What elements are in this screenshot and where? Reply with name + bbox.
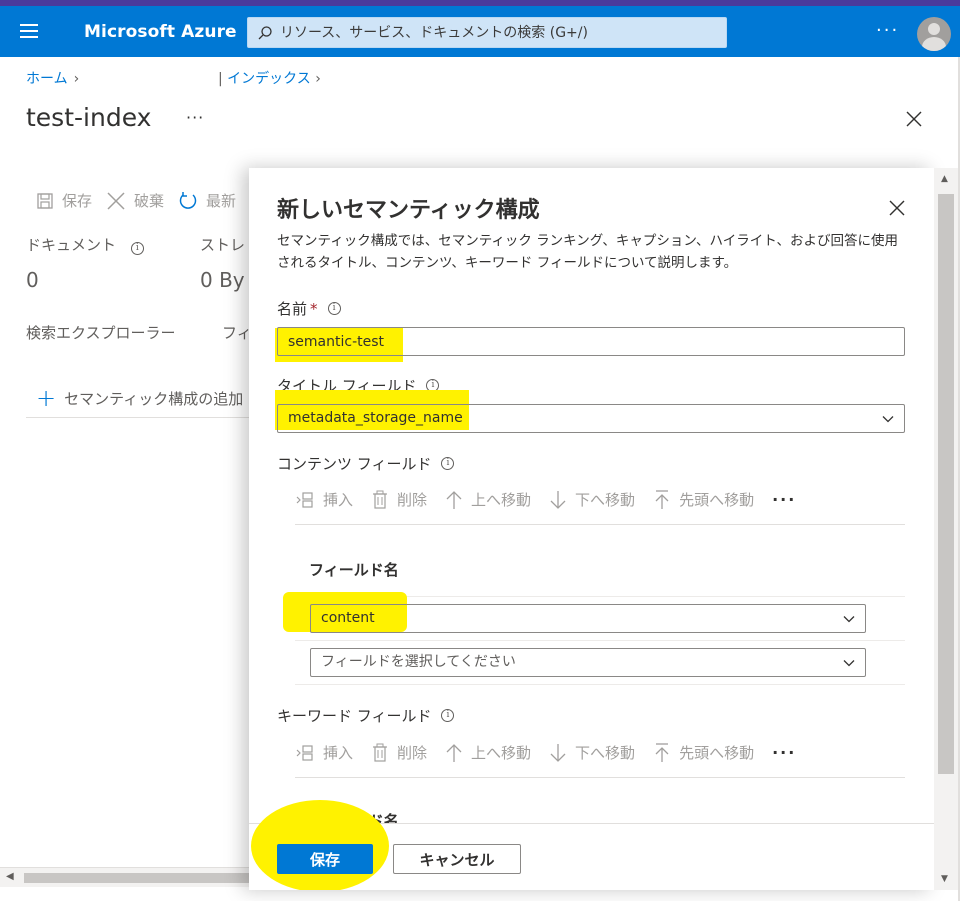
stat-storage-label: ストレ bbox=[200, 236, 246, 254]
content-fields-commandbar: 挿入 削除 上へ移動 下へ移動 先頭へ移動 ··· bbox=[295, 475, 905, 525]
background-toolbar: 保存 破棄 最新 bbox=[36, 190, 250, 211]
info-icon[interactable]: i bbox=[130, 242, 144, 255]
title-field-dropdown[interactable]: metadata_storage_name bbox=[277, 404, 905, 433]
page-title: test-index bbox=[26, 103, 152, 132]
trash-icon bbox=[373, 490, 388, 509]
arrow-down-icon bbox=[550, 490, 566, 509]
move-up-button[interactable]: 上へ移動 bbox=[445, 489, 531, 510]
divider bbox=[295, 640, 905, 641]
add-semantic-config-button[interactable]: + セマンティック構成の追加 bbox=[36, 384, 243, 412]
breadcrumb: ホーム › bbox=[26, 68, 85, 88]
stat-documents-value: 0 bbox=[26, 268, 39, 292]
panel-footer: 保存 キャンセル bbox=[249, 800, 934, 890]
chevron-right-icon: › bbox=[315, 71, 321, 87]
more-options-icon[interactable]: ··· bbox=[876, 20, 899, 41]
content-field-dropdown-1[interactable]: content bbox=[310, 604, 866, 633]
arrow-up-icon bbox=[446, 490, 462, 509]
discard-icon bbox=[107, 191, 125, 210]
content-fields-label: コンテンツ フィールド i bbox=[277, 453, 455, 474]
info-icon[interactable]: i bbox=[441, 709, 455, 722]
chevron-down-icon bbox=[843, 660, 855, 667]
stat-storage-value: 0 By bbox=[200, 268, 245, 292]
arrow-top-icon bbox=[655, 742, 669, 762]
chevron-down-icon bbox=[843, 616, 855, 623]
insert-icon bbox=[296, 744, 313, 761]
bg-discard-button[interactable]: 破棄 bbox=[106, 190, 164, 211]
scroll-up-icon[interactable]: ▲ bbox=[941, 174, 948, 184]
bg-refresh-button[interactable]: 最新 bbox=[178, 190, 236, 211]
move-down-button[interactable]: 下へ移動 bbox=[549, 489, 635, 510]
move-down-button[interactable]: 下へ移動 bbox=[549, 742, 635, 763]
divider bbox=[26, 417, 250, 418]
breadcrumb-home[interactable]: ホーム bbox=[26, 71, 68, 87]
insert-button[interactable]: 挿入 bbox=[295, 742, 353, 763]
keyword-fields-commandbar: 挿入 削除 上へ移動 下へ移動 先頭へ移動 ··· bbox=[295, 728, 905, 778]
scrollbar-thumb[interactable] bbox=[938, 194, 954, 774]
name-input[interactable] bbox=[277, 327, 905, 356]
arrow-down-icon bbox=[550, 743, 566, 762]
menu-icon[interactable] bbox=[20, 24, 40, 38]
stat-documents-label: ドキュメント i bbox=[26, 234, 144, 255]
keyword-fields-label: キーワード フィールド i bbox=[277, 705, 455, 726]
move-top-button[interactable]: 先頭へ移動 bbox=[653, 489, 754, 510]
breadcrumb-indexes-wrap: | インデックス › bbox=[218, 71, 321, 87]
chevron-down-icon bbox=[882, 416, 894, 423]
scroll-down-icon[interactable]: ▼ bbox=[941, 874, 948, 884]
horizontal-scrollbar[interactable]: ◀ bbox=[0, 867, 250, 887]
tab-search-explorer[interactable]: 検索エクスプローラー bbox=[26, 322, 176, 343]
move-up-button[interactable]: 上へ移動 bbox=[445, 742, 531, 763]
more-commands-icon[interactable]: ··· bbox=[772, 490, 796, 509]
tab-fields[interactable]: フィ bbox=[222, 322, 252, 343]
breadcrumb-indexes[interactable]: インデックス bbox=[227, 71, 311, 87]
top-bar: Microsoft Azure ··· bbox=[0, 0, 960, 57]
info-icon[interactable]: i bbox=[327, 302, 341, 315]
bg-save-button[interactable]: 保存 bbox=[36, 190, 92, 211]
move-top-button[interactable]: 先頭へ移動 bbox=[653, 742, 754, 763]
delete-button[interactable]: 削除 bbox=[371, 742, 427, 763]
semantic-config-panel: 新しいセマンティック構成 セマンティック構成では、セマンティック ランキング、キ… bbox=[249, 168, 934, 890]
arrow-up-icon bbox=[446, 743, 462, 762]
cancel-button[interactable]: キャンセル bbox=[393, 844, 521, 874]
global-search[interactable] bbox=[247, 17, 727, 48]
vertical-scrollbar[interactable]: ▲ ▼ bbox=[934, 168, 958, 890]
chevron-right-icon: › bbox=[73, 71, 80, 87]
refresh-icon bbox=[179, 191, 197, 209]
close-icon[interactable] bbox=[905, 110, 923, 128]
name-label: 名前 * i bbox=[277, 298, 341, 319]
search-icon bbox=[258, 26, 272, 40]
divider bbox=[295, 684, 905, 685]
plus-icon: + bbox=[36, 384, 57, 412]
insert-button[interactable]: 挿入 bbox=[295, 489, 353, 510]
search-input[interactable] bbox=[280, 22, 720, 44]
avatar[interactable] bbox=[917, 17, 951, 51]
content-field-dropdown-2[interactable]: フィールドを選択してください bbox=[310, 648, 866, 677]
more-commands-icon[interactable]: ··· bbox=[772, 743, 796, 762]
panel-description: セマンティック構成では、セマンティック ランキング、キャプション、ハイライト、お… bbox=[277, 233, 898, 271]
close-icon[interactable] bbox=[889, 200, 905, 216]
info-icon[interactable]: i bbox=[441, 457, 455, 470]
panel-title: 新しいセマンティック構成 bbox=[277, 198, 540, 223]
insert-icon bbox=[296, 491, 313, 508]
save-icon bbox=[37, 192, 53, 209]
field-name-column-header: フィールド名 bbox=[309, 561, 399, 579]
trash-icon bbox=[373, 743, 388, 762]
delete-button[interactable]: 削除 bbox=[371, 489, 427, 510]
save-button[interactable]: 保存 bbox=[277, 844, 373, 874]
arrow-top-icon bbox=[655, 489, 669, 509]
page-more-icon[interactable]: ··· bbox=[186, 108, 204, 127]
brand-title[interactable]: Microsoft Azure bbox=[84, 22, 237, 42]
